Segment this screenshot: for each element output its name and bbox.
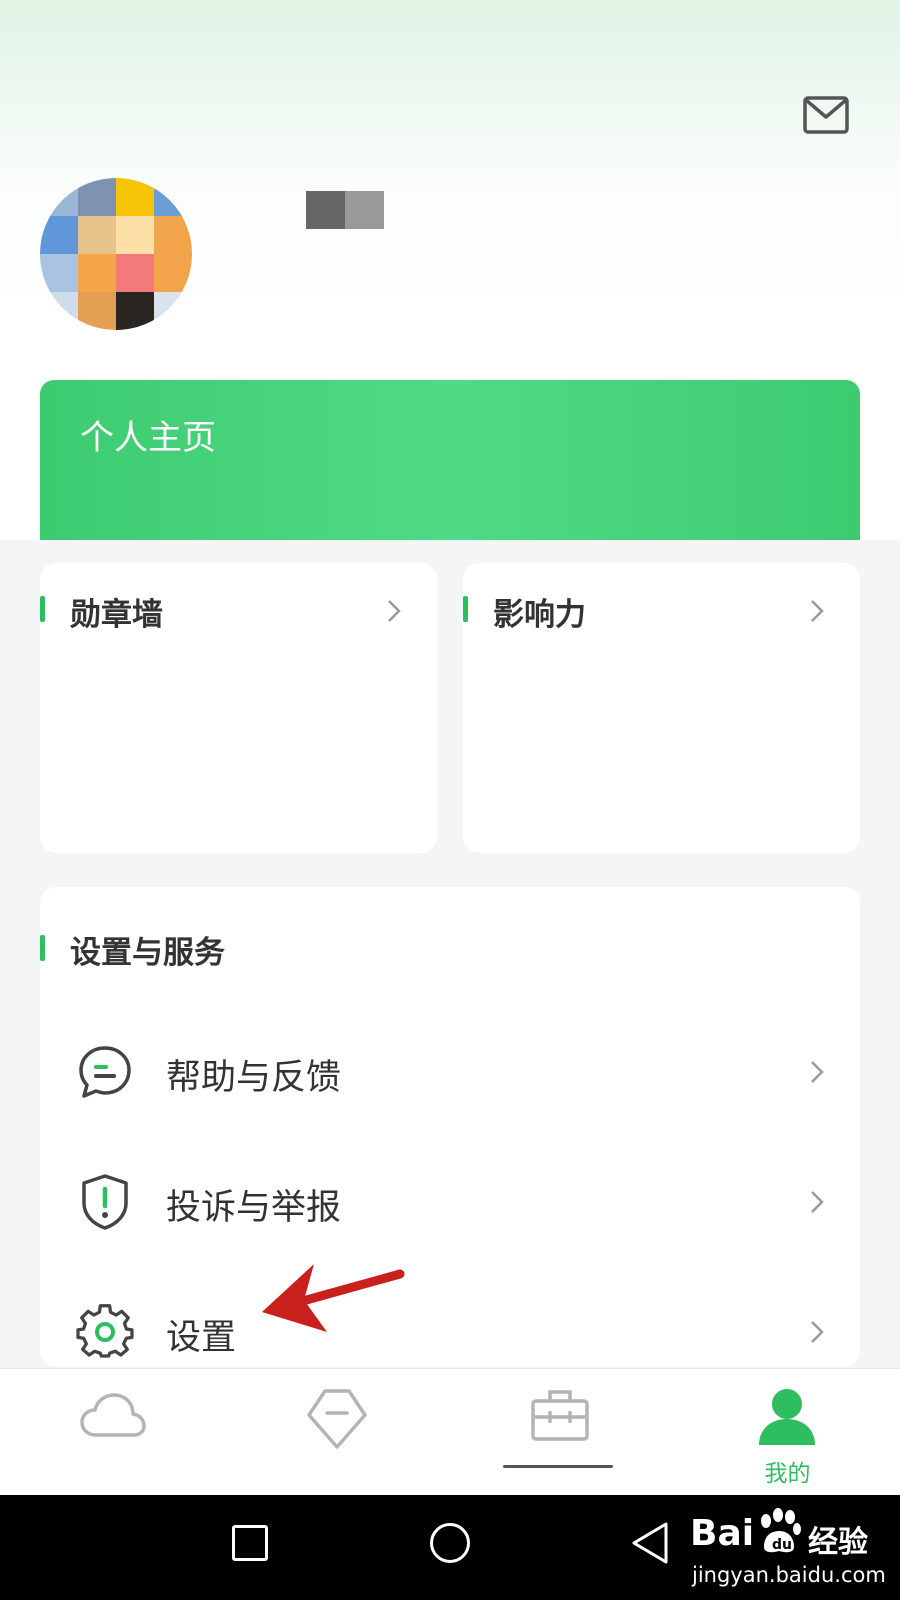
annotation-arrow (262, 1262, 407, 1337)
watermark-url: jingyan.baidu.com (692, 1563, 886, 1587)
tab-underline (503, 1465, 613, 1468)
complaint-report-row[interactable]: 投诉与举报 (40, 1147, 860, 1257)
help-feedback-label: 帮助与反馈 (166, 1058, 342, 1098)
settings-services-card: 设置与服务 帮助与反馈 投诉与举报 设置 (40, 887, 860, 1367)
badge-wall-card[interactable]: 勋章墙 (40, 563, 437, 853)
briefcase-icon (530, 1387, 590, 1443)
influence-title: 影响力 (493, 597, 586, 633)
chevron-right-icon (810, 1190, 824, 1214)
section-accent-bar (40, 935, 45, 961)
chevron-right-icon (810, 599, 824, 623)
personal-homepage-label: 个人主页 (80, 418, 216, 458)
watermark-logo: Bai (690, 1513, 755, 1554)
avatar[interactable] (40, 178, 192, 330)
watermark-text: 经验 (808, 1525, 868, 1560)
recent-apps-button[interactable] (232, 1525, 268, 1561)
tag-icon (305, 1387, 369, 1451)
paw-icon: du (756, 1507, 802, 1555)
chevron-right-icon (810, 1060, 824, 1084)
chevron-right-icon (387, 599, 401, 623)
personal-homepage-card[interactable] (40, 380, 860, 540)
username-pixelated (306, 191, 384, 229)
bottom-tab-bar: 我的 (0, 1368, 900, 1496)
complaint-report-label: 投诉与举报 (166, 1188, 342, 1228)
chevron-right-icon (810, 1320, 824, 1344)
tab-tag[interactable] (225, 1369, 450, 1496)
tab-mine[interactable]: 我的 (675, 1369, 900, 1496)
tab-toolbox[interactable] (450, 1369, 675, 1496)
home-button[interactable] (430, 1523, 470, 1563)
gear-icon (76, 1303, 134, 1361)
influence-card[interactable]: 影响力 (463, 563, 860, 853)
chat-feedback-icon (76, 1043, 134, 1101)
section-accent-bar (40, 596, 45, 622)
cloud-icon (80, 1391, 146, 1439)
tab-cloud[interactable] (0, 1369, 225, 1496)
person-icon (757, 1387, 817, 1445)
shield-alert-icon (76, 1173, 134, 1231)
help-feedback-row[interactable]: 帮助与反馈 (40, 1017, 860, 1127)
settings-label: 设置 (166, 1318, 237, 1358)
svg-text:du: du (772, 1537, 792, 1553)
back-button[interactable] (630, 1521, 670, 1565)
mail-icon[interactable] (802, 95, 850, 135)
badge-wall-title: 勋章墙 (70, 597, 163, 633)
baidu-jingyan-watermark: Bai du 经验 jingyan.baidu.com (690, 1505, 895, 1595)
tab-mine-label: 我的 (764, 1461, 811, 1487)
settings-services-title: 设置与服务 (70, 935, 225, 971)
section-accent-bar (463, 596, 468, 622)
